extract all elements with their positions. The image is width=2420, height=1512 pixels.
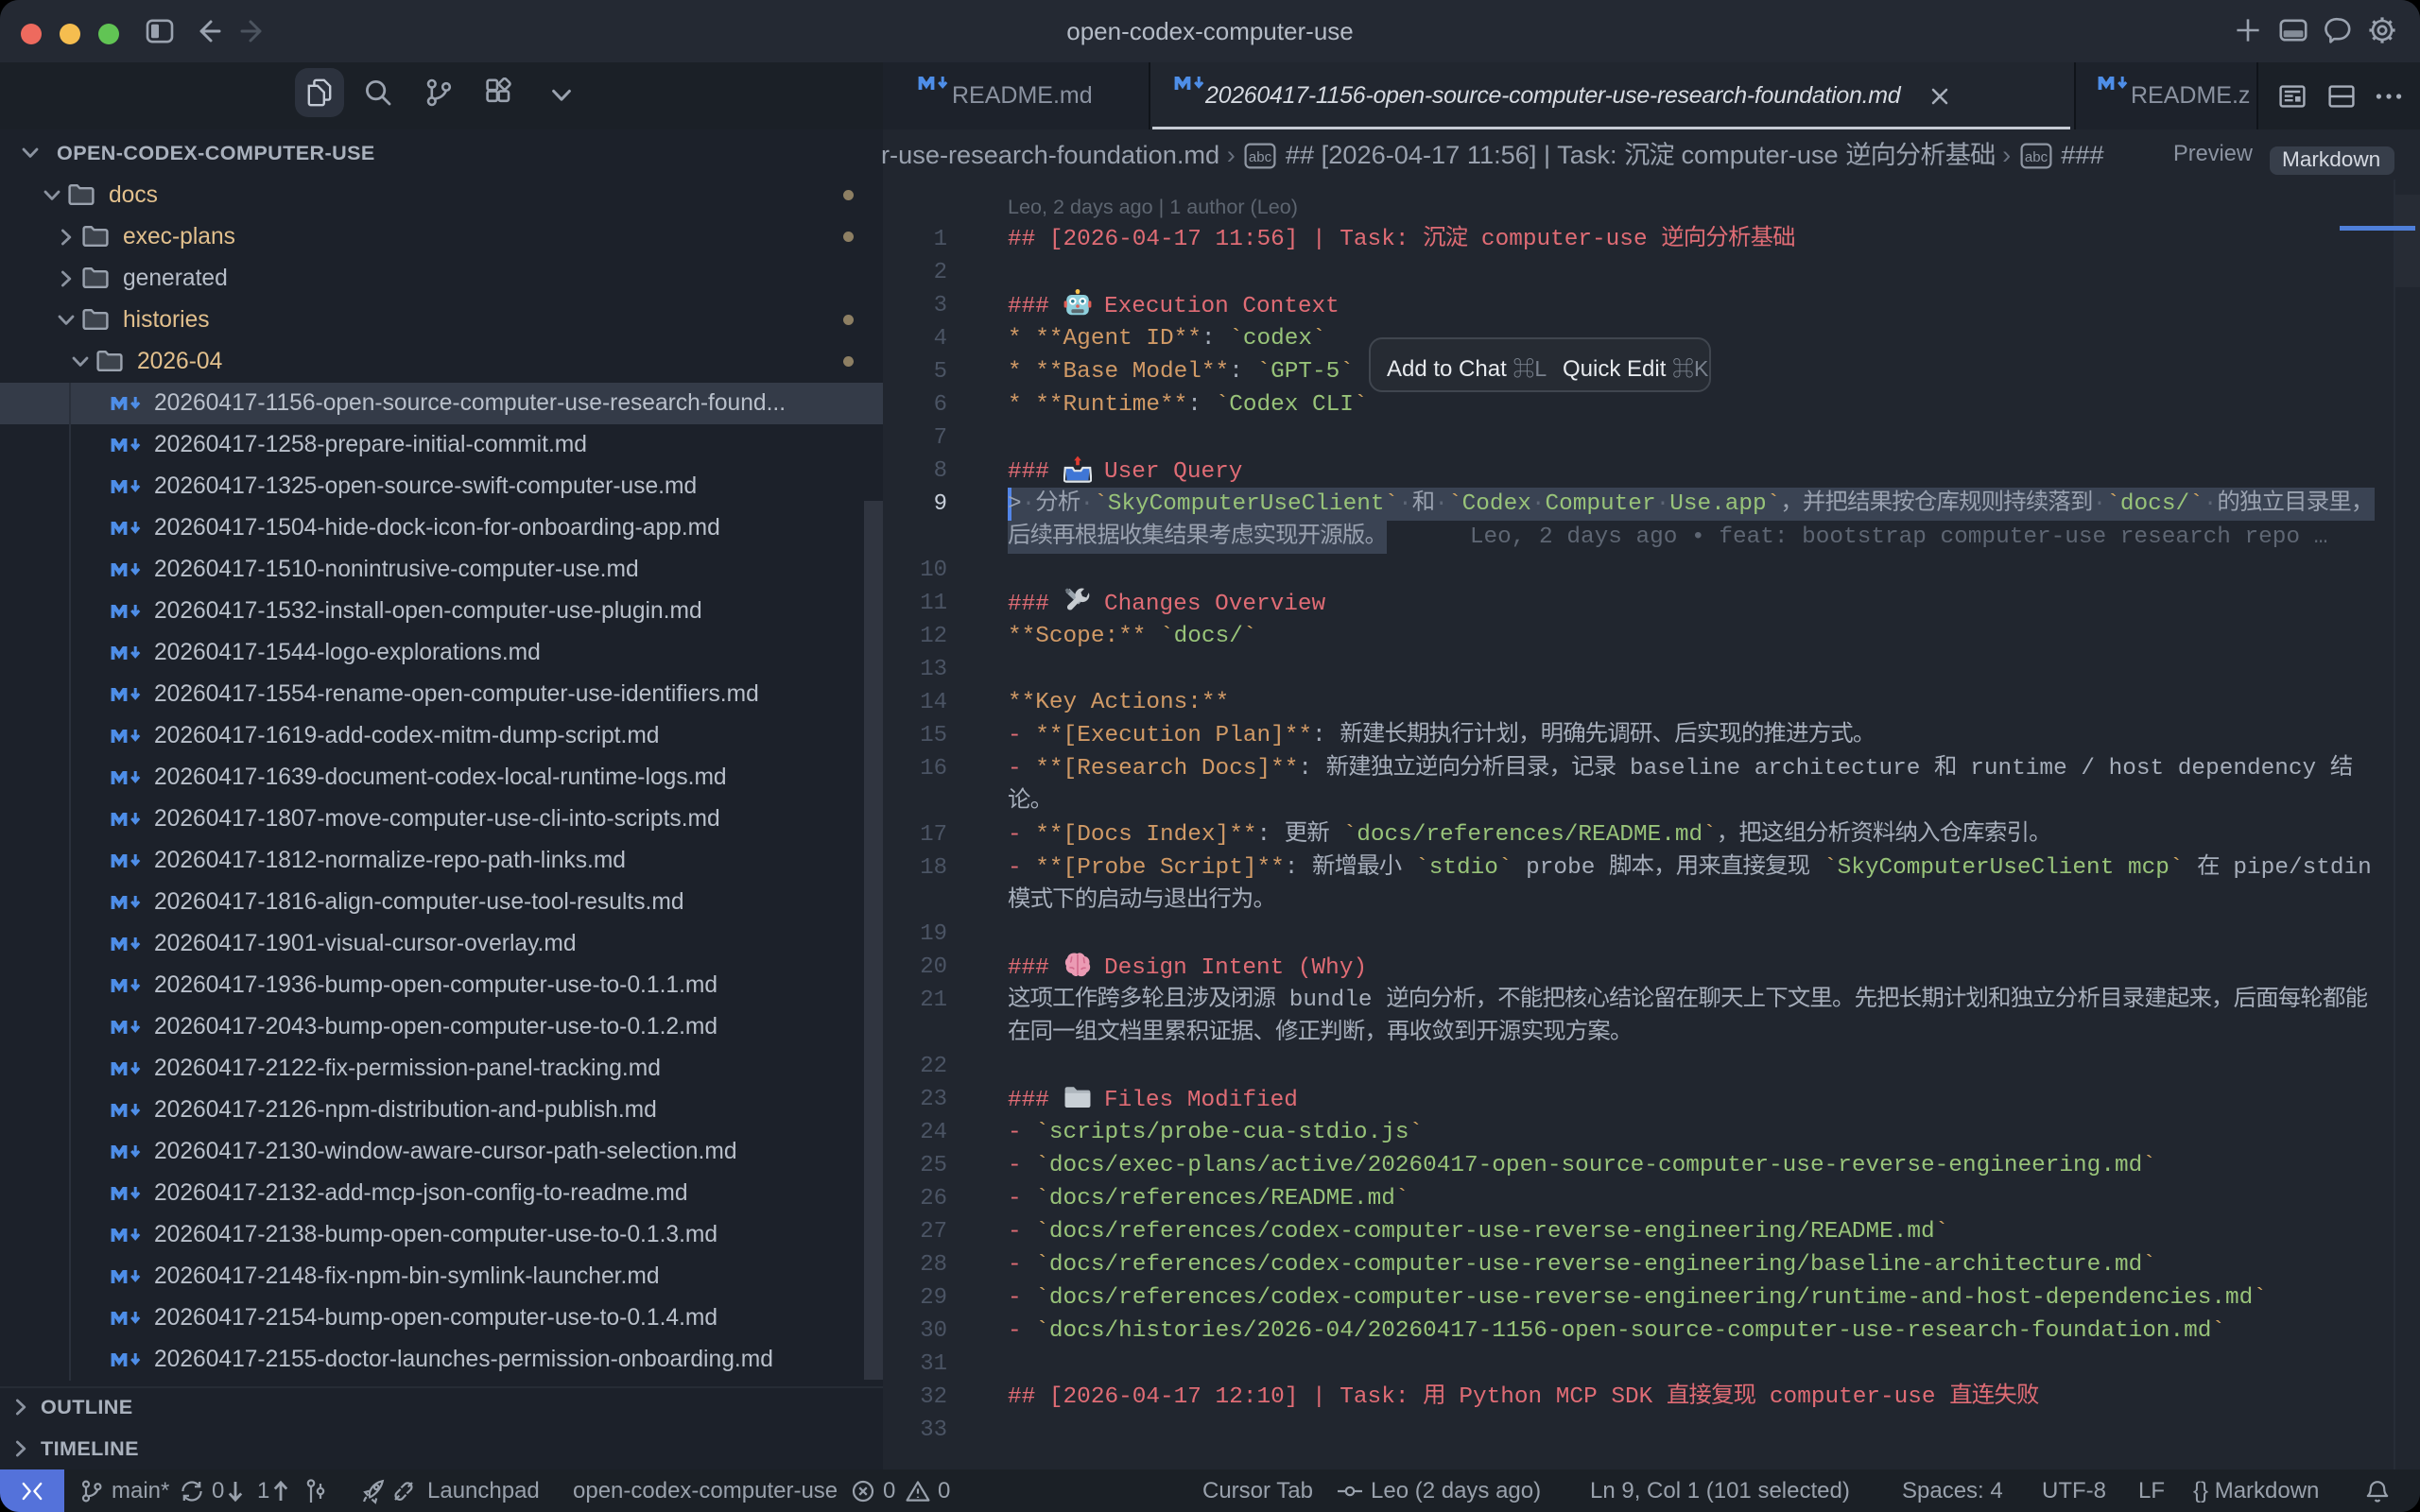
svg-text:abc: abc [2025, 149, 2048, 165]
svg-text:abc: abc [1249, 149, 1272, 165]
